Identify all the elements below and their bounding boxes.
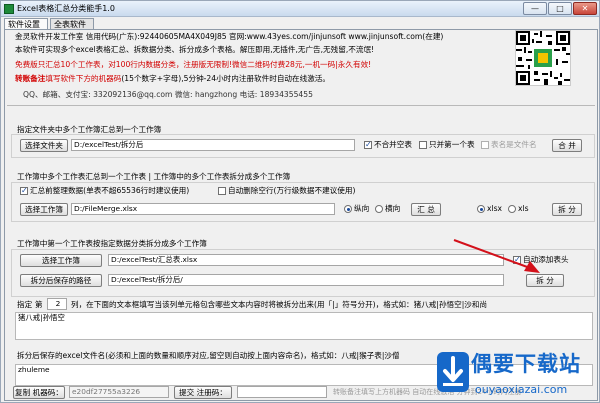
output-path-button[interactable]: 拆分后保存的路径 [20,274,102,287]
xlsx-label: xlsx [487,204,503,213]
xls-label: xls [518,204,529,213]
company-info-line: 金灵软件开发工作室 信用代码(广东):92440605MA4X049J85 官网… [15,32,444,41]
sheetname-is-filename-checkbox[interactable] [481,141,489,149]
activation-instruction: 转账备注填写软件下方的机器码(15个数字+字母),5分钟-24小时内注册软件时自… [15,73,330,85]
horizontal-label: 横向 [385,204,401,213]
xlsx-radio[interactable] [477,205,485,213]
copy-machine-code-button[interactable]: 复制 机器码： [13,386,65,399]
filename-hint-text: 拆分后保存的excel文件名(必须和上面的数量和顺序对应,留空则自动按上面内容命… [17,351,400,360]
transfer-note-label: 转账备注 [15,74,46,83]
maximize-button[interactable]: □ [548,2,572,15]
vertical-label: 纵向 [354,204,370,213]
wechat-qr-code [515,30,571,86]
window-title: Excel表格汇总分类能手1.0 [17,4,115,13]
vertical-radio[interactable] [344,205,352,213]
registration-code-input[interactable] [237,386,327,398]
machine-code-field: e20df27755a3226 [69,386,169,398]
no-empty-sheet-label: 不合并空表 [374,140,412,149]
pre-sort-label: 汇总前整理数据(单表不超65536行时建议使用) [30,186,190,195]
column-prefix-label: 指定 [17,300,33,309]
column-mid-label: 第 [35,300,43,309]
submit-registration-button[interactable]: 提交 注册码： [174,386,232,399]
first-sheet-only-checkbox[interactable] [419,141,427,149]
pre-sort-checkbox[interactable] [20,186,28,195]
column-instruction-text: 列，在下面的文本框填写当该列单元格包含哪些文本内容时将被拆分出来(用「|」符号分… [71,300,488,309]
pricing-line: 免费版只汇总10个工作表，对100行内数据分类，注册版无限制!微信二维码付费28… [15,60,372,69]
title-bar[interactable]: Excel表格汇总分类能手1.0 — □ ✕ [1,1,599,17]
output-path-input[interactable]: D:/excelTest/拆分后/ [108,274,504,286]
app-window: Excel表格汇总分类能手1.0 — □ ✕ 软件设置 全表软件 金灵软件开发工… [0,0,600,403]
section2-title: 工作簿中多个工作表汇总到一个工作表 | 工作簿中的多个工作表拆分成多个工作簿 [17,172,291,181]
contact-line: QQ、邮箱、支付宝: 332092136@qq.com 微信: hangzhon… [23,90,313,99]
watermark-brand: 偶要下载站 [471,352,581,376]
first-sheet-only-label: 只并第一个表 [429,140,475,149]
auto-delete-empty-rows-checkbox[interactable] [218,187,226,195]
site-watermark: 偶要下载站 ouyaoxiazai.com [431,346,599,402]
red-arrow-annotation [453,239,540,273]
app-excel-icon [4,4,14,14]
section3-title: 工作簿中第一个工作表按指定数据分类拆分成多个工作簿 [17,239,207,248]
select-source-workbook-button[interactable]: 选择工作簿 [20,254,102,267]
split-keywords-textarea[interactable]: 猪八戒|孙悟空 [15,312,593,340]
download-arrow-icon [437,352,469,392]
column-number-input[interactable]: 2 [47,298,67,310]
select-folder-button[interactable]: 选择文件夹 [20,139,68,152]
watermark-url: ouyaoxiazai.com [475,383,568,396]
source-workbook-path-input[interactable]: D:/excelTest/汇总表.xlsx [108,254,504,266]
sum-button[interactable]: 汇 总 [411,203,441,216]
split-sheets-button[interactable]: 拆 分 [552,203,582,216]
transfer-note-tail: (15个数字+字母),5分钟-24小时内注册软件时自动在线激活。 [121,74,330,83]
transfer-note-text: 填写软件下方的机器码 [45,74,122,83]
minimize-button[interactable]: — [523,2,547,15]
no-empty-sheet-checkbox[interactable] [364,140,372,149]
info-divider [7,105,595,106]
select-workbook-button[interactable]: 选择工作簿 [20,203,68,216]
folder-path-input[interactable]: D:/excelTest/拆分后 [71,139,355,151]
horizontal-radio[interactable] [375,205,383,213]
feature-description-line: 本软件可实现多个excel表格汇总、拆数据分类、拆分成多个表格。解压即用,无插件… [15,45,375,54]
close-button[interactable]: ✕ [573,2,597,15]
xls-radio[interactable] [508,205,516,213]
workbook-path-input[interactable]: D:/FileMerge.xlsx [71,203,335,215]
sheetname-is-filename-label: 表名是文件名 [491,140,537,149]
auto-delete-empty-rows-label: 自动删除空行(万行级数据不建议使用) [228,186,356,195]
merge-button[interactable]: 合 并 [552,139,582,152]
